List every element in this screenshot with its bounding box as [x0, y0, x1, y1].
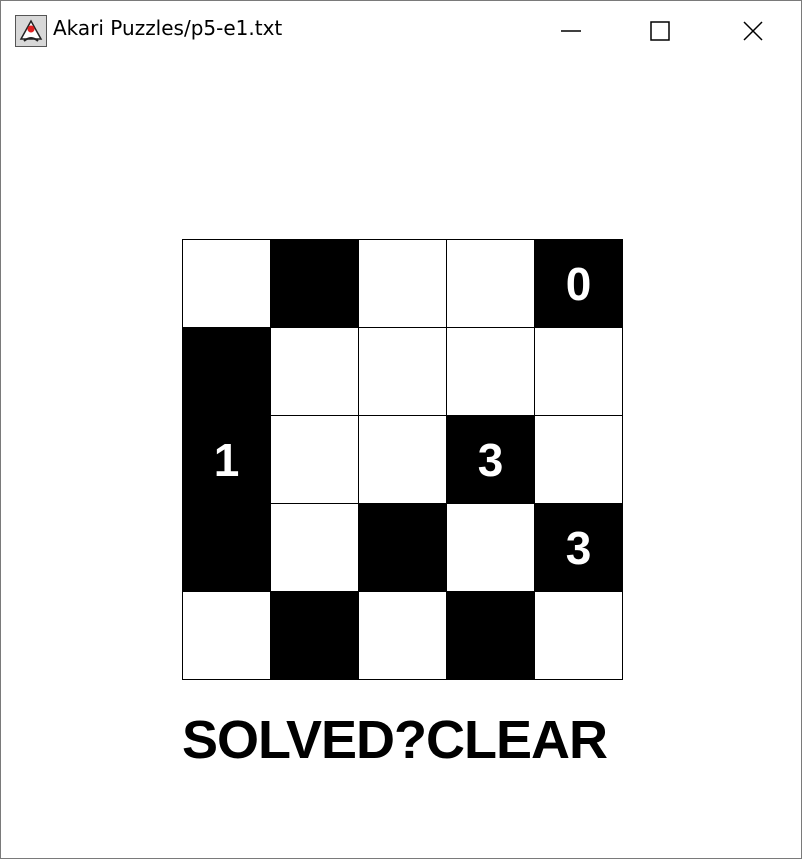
maximize-button[interactable] — [614, 1, 706, 61]
empty-cell[interactable] — [183, 240, 270, 327]
window-title: Akari Puzzles/p5-e1.txt — [53, 16, 283, 40]
close-button[interactable] — [707, 1, 799, 61]
minimize-button[interactable] — [525, 1, 617, 61]
close-icon — [742, 20, 764, 42]
title-bar[interactable]: Akari Puzzles/p5-e1.txt — [1, 1, 801, 61]
clear-button[interactable]: CLEAR — [426, 708, 608, 772]
empty-cell[interactable] — [359, 328, 446, 415]
maximize-icon — [649, 20, 671, 42]
empty-cell[interactable] — [271, 328, 358, 415]
java-app-icon — [15, 15, 47, 47]
wall-cell — [447, 592, 534, 679]
clue-number: 1 — [213, 433, 240, 486]
wall-cell — [183, 328, 270, 415]
empty-cell[interactable] — [359, 416, 446, 503]
clue-number: 3 — [565, 521, 592, 574]
app-window: Akari Puzzles/p5-e1.txt 0 1 3 3 SOLVED? CLE… — [0, 0, 802, 859]
clue-cell: 0 — [535, 240, 622, 327]
wall-cell — [271, 592, 358, 679]
empty-cell[interactable] — [447, 240, 534, 327]
wall-cell — [183, 504, 270, 591]
wall-cell — [271, 240, 358, 327]
clue-number: 0 — [565, 257, 592, 310]
solved-button[interactable]: SOLVED? — [182, 708, 427, 772]
empty-cell[interactable] — [447, 504, 534, 591]
minimize-icon — [560, 20, 582, 42]
clue-cell: 3 — [535, 504, 622, 591]
wall-cell — [359, 504, 446, 591]
empty-cell[interactable] — [535, 328, 622, 415]
empty-cell[interactable] — [183, 592, 270, 679]
empty-cell[interactable] — [535, 592, 622, 679]
empty-cell[interactable] — [359, 240, 446, 327]
action-buttons: SOLVED? CLEAR — [182, 708, 608, 772]
clue-cell: 3 — [447, 416, 534, 503]
empty-cell[interactable] — [447, 328, 534, 415]
clue-cell: 1 — [183, 416, 270, 503]
empty-cell[interactable] — [271, 416, 358, 503]
empty-cell[interactable] — [535, 416, 622, 503]
empty-cell[interactable] — [359, 592, 446, 679]
empty-cell[interactable] — [271, 504, 358, 591]
puzzle-board: 0 1 3 3 — [182, 239, 623, 680]
clue-number: 3 — [477, 433, 504, 486]
